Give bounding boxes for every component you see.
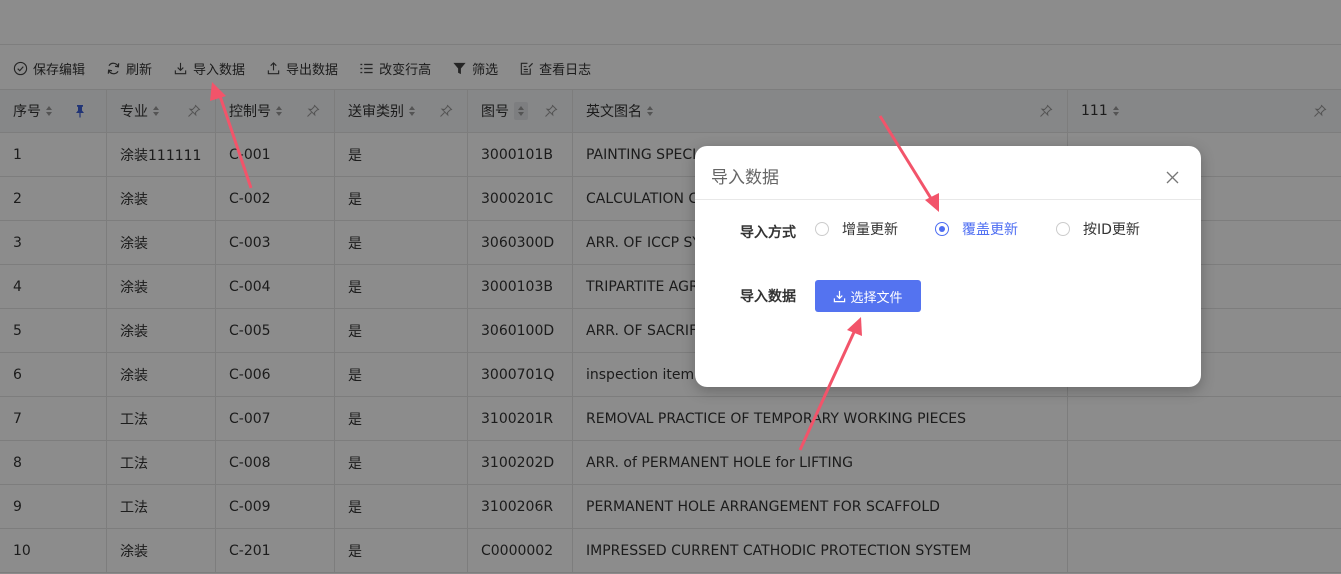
download-icon (834, 290, 846, 302)
radio-label: 覆盖更新 (962, 222, 1018, 238)
dialog-title: 导入数据 (711, 168, 779, 188)
radio-overwrite-update[interactable]: 覆盖更新 (935, 219, 1018, 239)
close-icon[interactable] (1166, 171, 1179, 184)
radio-circle (1056, 222, 1070, 236)
radio-incremental-update[interactable]: 增量更新 (815, 219, 898, 239)
radio-circle-checked (935, 222, 949, 236)
import-mode-label: 导入方式 (740, 225, 796, 241)
radio-label: 增量更新 (842, 222, 898, 238)
import-data-label: 导入数据 (740, 289, 796, 305)
radio-label: 按ID更新 (1083, 222, 1140, 238)
radio-circle (815, 222, 829, 236)
select-file-button[interactable]: 选择文件 (815, 280, 921, 312)
dialog-divider (695, 199, 1201, 200)
radio-update-by-id[interactable]: 按ID更新 (1056, 219, 1140, 239)
select-file-label: 选择文件 (850, 290, 903, 306)
import-data-dialog: 导入数据 导入方式 增量更新 覆盖更新 按ID更新 导入数据 选择文件 (695, 146, 1201, 387)
